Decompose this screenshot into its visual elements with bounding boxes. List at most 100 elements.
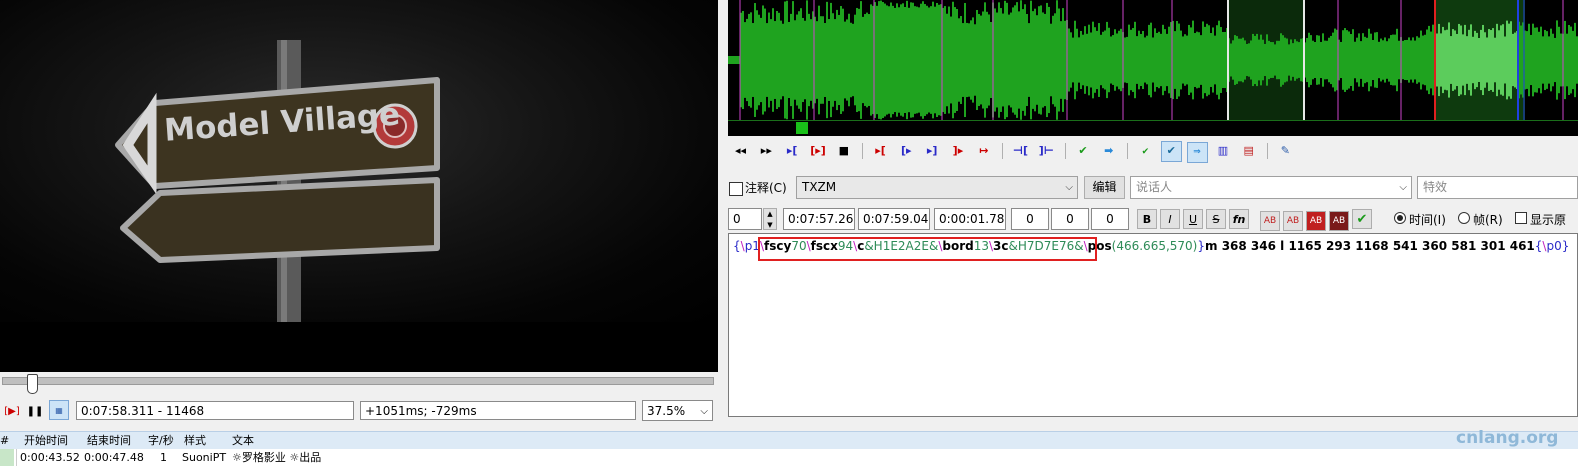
col-start[interactable]: 开始时间: [24, 432, 68, 449]
shadow-color-button[interactable]: AB: [1329, 210, 1349, 231]
subtitle-text-editor[interactable]: {\p1\fscy70\fscx94\c&H1E2A2E&\bord13\3c&…: [728, 233, 1578, 417]
pause-icon[interactable]: ❚❚: [25, 401, 45, 421]
waveform-bar: [1044, 13, 1046, 107]
style-select[interactable]: TXZM ⌵: [796, 176, 1078, 199]
font-button[interactable]: fn: [1229, 209, 1249, 229]
waveform-bar: [1542, 36, 1544, 84]
italic-button[interactable]: I: [1160, 209, 1180, 229]
waveform-bar: [1220, 27, 1222, 93]
auto-commit-icon[interactable]: ✔: [1135, 142, 1156, 163]
waveform-bar: [1256, 33, 1258, 87]
lead-out-icon[interactable]: ]⊢: [1036, 141, 1057, 162]
waveform-bar: [918, 7, 920, 113]
spectrum-icon[interactable]: ▥: [1212, 141, 1233, 162]
waveform-bar: [754, 3, 756, 117]
waveform-bar: [1312, 40, 1314, 80]
chevron-down-icon: ⌵: [1065, 182, 1073, 193]
waveform-bar: [804, 20, 806, 100]
col-cps[interactable]: 字/秒: [148, 432, 174, 449]
waveform-bar: [1536, 27, 1538, 93]
waveform-bar: [1472, 36, 1474, 84]
lead-in-icon[interactable]: ⊣[: [1010, 141, 1031, 162]
outline-color-button[interactable]: AB: [1306, 210, 1326, 231]
play-after-end-icon[interactable]: ]▸: [947, 141, 968, 162]
play-to-end-icon[interactable]: ↦: [973, 141, 994, 162]
video-seek-bar[interactable]: [0, 374, 718, 398]
comment-checkbox[interactable]: [729, 182, 743, 196]
waveform-bar: [884, 3, 886, 117]
waveform-bar: [1572, 30, 1574, 90]
bold-button[interactable]: B: [1137, 209, 1157, 229]
play-before-end-icon[interactable]: ▸]: [922, 141, 943, 162]
text-segment: }: [1561, 239, 1570, 253]
audio-scroll-thumb[interactable]: [796, 122, 808, 134]
waveform-bar: [1194, 33, 1196, 87]
waveform-bar: [1394, 34, 1396, 86]
stop-icon[interactable]: ■: [833, 141, 854, 162]
waveform-bar: [866, 12, 868, 108]
seek-thumb[interactable]: [27, 374, 38, 394]
karaoke-icon[interactable]: ▤: [1238, 141, 1259, 162]
strikeout-button[interactable]: S: [1206, 209, 1226, 229]
layer-spin[interactable]: ▲ ▼: [763, 208, 777, 230]
waveform-bar: [1232, 40, 1234, 80]
waveform-bar: [1042, 12, 1044, 108]
commit-check-icon[interactable]: ✔: [1072, 141, 1093, 162]
play-selection-icon[interactable]: ▸[: [782, 141, 803, 162]
autoscroll-video-icon[interactable]: ▦: [49, 400, 69, 420]
waveform-bar: [914, 6, 916, 114]
end-time-field[interactable]: 0:07:59.04: [858, 208, 930, 230]
col-end[interactable]: 结束时间: [87, 432, 131, 449]
play-line-icon[interactable]: [▶]: [2, 401, 22, 421]
play-current-line-icon[interactable]: [▸]: [807, 141, 828, 162]
secondary-color-button[interactable]: AB: [1283, 210, 1303, 231]
start-time-field[interactable]: 0:07:57.26: [783, 208, 855, 230]
waveform-bar: [1510, 21, 1512, 99]
video-offset-field[interactable]: +1051ms; -729ms: [360, 401, 636, 420]
waveform-bar: [792, 1, 794, 119]
table-row[interactable]: 0:00:43.52 0:00:47.48 1 SuoniPT ☼罗格影业 ☼出…: [0, 449, 1578, 466]
edit-style-button[interactable]: 编辑: [1084, 176, 1125, 199]
show-original-checkbox[interactable]: [1515, 212, 1527, 224]
auto-next-icon[interactable]: ✔: [1160, 140, 1182, 162]
seek-track[interactable]: [2, 377, 714, 385]
waveform-bar: [1062, 8, 1064, 112]
waveform-bar: [998, 2, 1000, 118]
duration-field[interactable]: 0:00:01.78: [934, 208, 1006, 230]
actor-select[interactable]: 说话人 ⌵: [1130, 176, 1412, 199]
waveform-bar: [898, 7, 900, 113]
auto-scroll-audio-icon[interactable]: ⇒: [1186, 141, 1208, 163]
zoom-select[interactable]: 37.5% ⌵: [642, 400, 713, 421]
audio-scrollbar[interactable]: [728, 120, 1578, 136]
waveform-bar: [1070, 32, 1072, 88]
col-number[interactable]: #: [0, 432, 9, 449]
layer-field[interactable]: 0: [728, 208, 762, 230]
col-text[interactable]: 文本: [232, 432, 254, 449]
waveform-bar: [1280, 33, 1282, 87]
primary-color-button[interactable]: AB: [1260, 210, 1280, 231]
frame-radio[interactable]: [1458, 212, 1470, 224]
timing-tool-icon[interactable]: ✎: [1275, 141, 1296, 162]
next-line-icon[interactable]: ▸▸: [756, 141, 777, 162]
video-display[interactable]: Model Village: [0, 0, 718, 372]
play-before-icon[interactable]: ▸[: [870, 141, 891, 162]
commit-check-icon[interactable]: ✔: [1352, 209, 1372, 229]
time-radio[interactable]: [1394, 212, 1406, 224]
go-next-icon[interactable]: ➡: [1098, 141, 1119, 162]
video-position-field[interactable]: 0:07:58.311 - 11468: [76, 401, 354, 420]
margin-left-field[interactable]: 0: [1011, 208, 1049, 230]
margin-vertical-field[interactable]: 0: [1091, 208, 1129, 230]
waveform-bar: [1438, 23, 1440, 97]
waveform-bar: [924, 4, 926, 116]
waveform-bar: [780, 20, 782, 100]
play-after-start-icon[interactable]: [▸: [896, 141, 917, 162]
waveform-bar: [832, 13, 834, 107]
underline-button[interactable]: U: [1183, 209, 1203, 229]
waveform-bar: [1266, 34, 1268, 86]
col-style[interactable]: 样式: [184, 432, 206, 449]
margin-right-field[interactable]: 0: [1051, 208, 1089, 230]
waveform-bar: [756, 10, 758, 110]
effect-field[interactable]: 特效: [1417, 176, 1578, 199]
prev-line-icon[interactable]: ◂◂: [730, 141, 751, 162]
audio-waveform[interactable]: [728, 0, 1578, 135]
